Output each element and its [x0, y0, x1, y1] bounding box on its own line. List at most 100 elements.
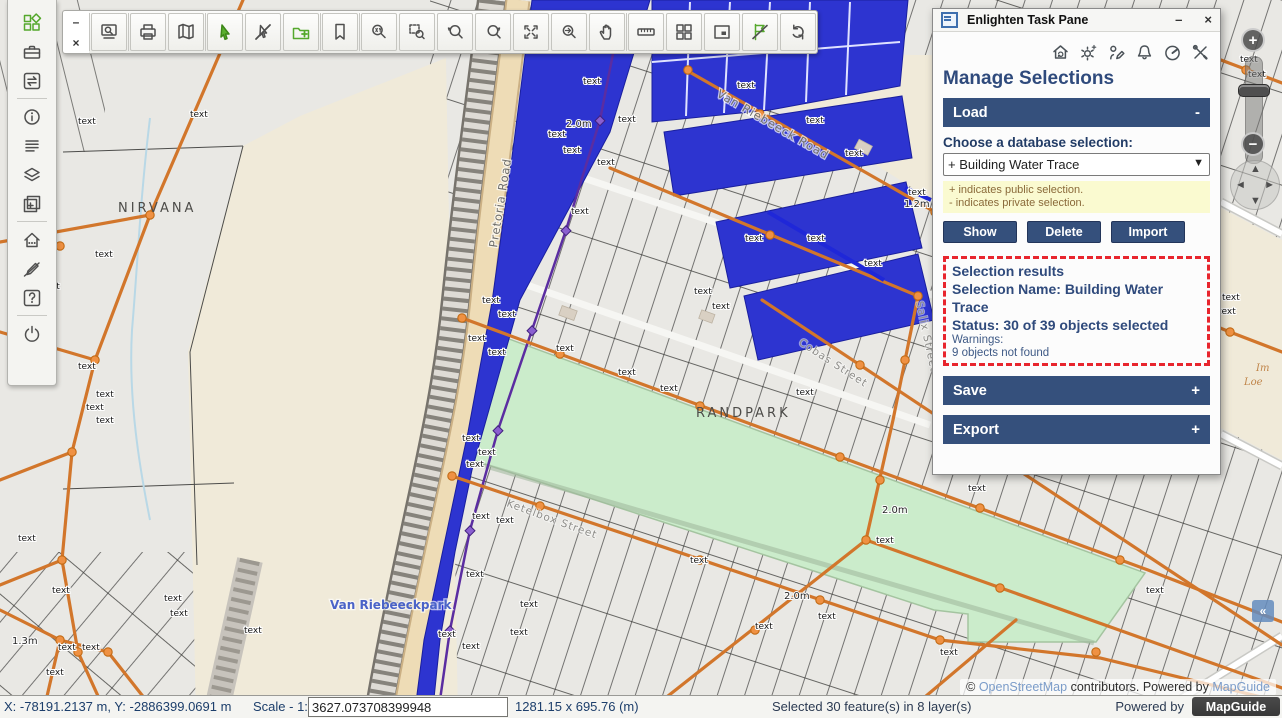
scale-input[interactable]: [308, 697, 508, 717]
sidebar-divider: [17, 221, 47, 222]
measure-button[interactable]: [628, 13, 664, 51]
save-section-header[interactable]: Save +: [943, 376, 1210, 405]
task-pane-toolbar: [943, 38, 1210, 66]
results-title: Selection results: [952, 262, 1201, 280]
pan-right-button[interactable]: ►: [1264, 180, 1275, 190]
road-node: [68, 448, 76, 456]
task-pane-close-button[interactable]: ×: [1204, 11, 1212, 29]
road-node: [104, 648, 112, 656]
toolbar-close-button[interactable]: ×: [72, 38, 79, 48]
import-button[interactable]: Import: [1111, 221, 1185, 243]
task-pane-titlebar: Enlighten Task Pane – ×: [933, 9, 1220, 32]
map-text-marker: text: [46, 668, 64, 678]
print-button[interactable]: [130, 13, 166, 51]
map-toolbar: – ×: [62, 10, 818, 54]
zoom-previous-button[interactable]: [437, 13, 473, 51]
pan-up-button[interactable]: ▲: [1250, 164, 1261, 174]
pan-button[interactable]: [589, 13, 625, 51]
map-text-marker: text: [164, 594, 182, 604]
map-text-marker: text: [968, 484, 986, 494]
panel-collapse-button[interactable]: «: [1252, 600, 1274, 622]
home-button[interactable]: [13, 225, 51, 254]
map-text-marker: text: [796, 388, 814, 398]
notifications-bell-icon[interactable]: [1135, 43, 1154, 62]
zoom-extents-button[interactable]: [513, 13, 549, 51]
tools-icon[interactable]: [1191, 43, 1210, 62]
map-text-marker: text: [478, 448, 496, 458]
add-map-button[interactable]: [13, 189, 51, 218]
select-within-button[interactable]: [283, 13, 319, 51]
settings-gear-icon[interactable]: [1079, 43, 1098, 62]
clear-select-tool-button[interactable]: [245, 13, 281, 51]
apps-button[interactable]: [13, 8, 51, 37]
toolbar-collapse-button[interactable]: –: [73, 17, 80, 27]
map-text-marker: text: [510, 628, 528, 638]
road-node: [448, 472, 456, 480]
road-node: [836, 453, 844, 461]
selection-results-box: Selection results Selection Name: Buildi…: [943, 256, 1210, 366]
toolbar-divider: [128, 13, 129, 51]
mapguide-link[interactable]: MapGuide: [1212, 680, 1270, 694]
note-public: + indicates public selection.: [949, 184, 1204, 197]
zoom-xy-button[interactable]: [361, 13, 397, 51]
attribution-text: contributors. Powered by: [1071, 680, 1209, 694]
query-window-button[interactable]: [91, 13, 127, 51]
toolbox-button[interactable]: [13, 37, 51, 66]
delete-button[interactable]: Delete: [1027, 221, 1101, 243]
dashboard-gauge-icon[interactable]: [1163, 43, 1182, 62]
maptip-button[interactable]: [168, 13, 204, 51]
zoom-slider-handle[interactable]: [1238, 84, 1270, 97]
refresh-button[interactable]: [780, 13, 816, 51]
zoom-window-button[interactable]: [399, 13, 435, 51]
export-expand-indicator: +: [1191, 421, 1200, 438]
bookmark-button[interactable]: [322, 13, 358, 51]
map-text-marker: text: [438, 630, 456, 640]
pan-left-button[interactable]: ◄: [1235, 180, 1246, 190]
task-pane-minimize-button[interactable]: –: [1175, 11, 1182, 29]
export-section-header[interactable]: Export +: [943, 415, 1210, 444]
database-selection-select[interactable]: + Building Water Trace: [943, 153, 1210, 176]
tile-grid-button[interactable]: [666, 13, 702, 51]
overview-map-button[interactable]: [704, 13, 740, 51]
map-text-marker: text: [1146, 586, 1164, 596]
pan-pad: ▲ ▼ ◄ ►: [1230, 160, 1280, 210]
legend-button[interactable]: [13, 131, 51, 160]
redline-edit-button[interactable]: [13, 254, 51, 283]
road-node: [996, 584, 1004, 592]
layers-button[interactable]: [13, 160, 51, 189]
zoom-selection-button[interactable]: [551, 13, 587, 51]
road-node: [914, 292, 922, 300]
page-title: Manage Selections: [943, 68, 1210, 90]
map-text-marker: text: [908, 188, 926, 198]
show-button[interactable]: Show: [943, 221, 1017, 243]
export-section-label: Export: [953, 422, 999, 438]
zoom-in-button[interactable]: +: [1241, 28, 1265, 52]
load-section-label: Load: [953, 105, 988, 121]
note-private: - indicates private selection.: [949, 197, 1204, 210]
label-suburb-im: Im: [1255, 363, 1269, 374]
annotate-icon[interactable]: [1107, 43, 1126, 62]
power-button[interactable]: [13, 319, 51, 348]
clear-selection-button[interactable]: [742, 13, 778, 51]
zoom-next-button[interactable]: [475, 13, 511, 51]
select-button[interactable]: [207, 13, 243, 51]
home-tasks-icon[interactable]: [1051, 43, 1070, 62]
label-measure-4: 2.0m: [882, 505, 908, 516]
map-text-marker: text: [78, 362, 96, 372]
info-button[interactable]: [13, 102, 51, 131]
map-text-marker: text: [95, 250, 113, 260]
load-section-header[interactable]: Load -: [943, 98, 1210, 127]
swap-arrows-button[interactable]: [13, 66, 51, 95]
application-window: text text text text text text text text text text…: [0, 0, 1282, 718]
map-text-marker: text: [462, 434, 480, 444]
zoom-out-button[interactable]: −: [1241, 132, 1265, 156]
pan-down-button[interactable]: ▼: [1250, 196, 1261, 206]
map-text-marker: text: [712, 302, 730, 312]
help-button[interactable]: [13, 283, 51, 312]
map-text-marker: text: [488, 348, 506, 358]
map-attribution: © OpenStreetMap contributors. Powered by…: [960, 679, 1276, 695]
save-expand-indicator: +: [1191, 382, 1200, 399]
results-selection-name: Selection Name: Building Water Trace: [952, 280, 1201, 316]
openstreetmap-link[interactable]: OpenStreetMap: [979, 680, 1067, 694]
status-bar: X: -78191.2137 m, Y: -2886399.0691 m Sca…: [0, 695, 1282, 718]
